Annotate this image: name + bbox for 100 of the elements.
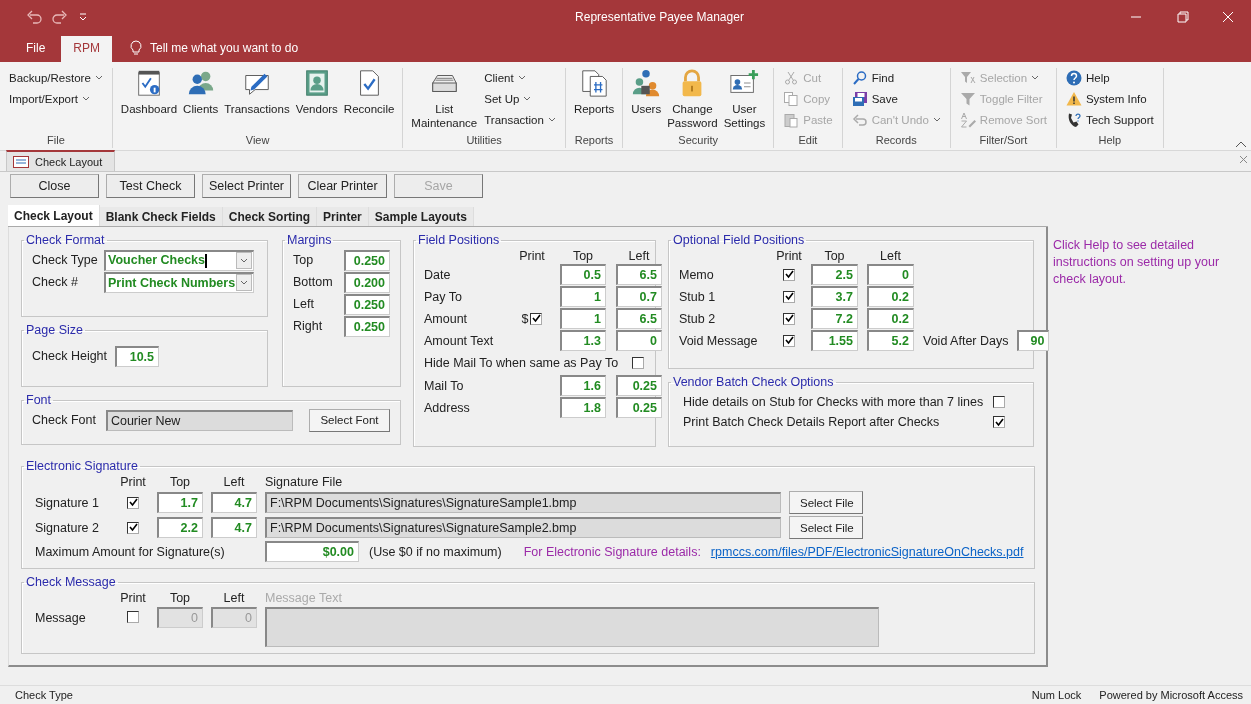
undo-icon[interactable] <box>26 10 42 24</box>
number-field[interactable]: 2.2 <box>157 517 203 538</box>
ribbon-button[interactable]: Transaction <box>481 110 559 129</box>
number-field[interactable]: 3.7 <box>811 286 858 307</box>
close-icon[interactable] <box>1239 155 1248 164</box>
toolbar-button[interactable]: Clear Printer <box>298 174 387 198</box>
number-field[interactable]: 0.250 <box>344 293 390 315</box>
column-header: Signature File <box>265 475 344 489</box>
ribbon-button[interactable]: Users <box>629 68 664 116</box>
dropdown-field[interactable]: Voucher Checks <box>104 249 254 271</box>
ribbon-button[interactable]: User Settings <box>721 68 768 130</box>
ribbon-button[interactable]: Save <box>848 89 944 108</box>
form-tab[interactable]: Blank Check Fields <box>99 207 223 226</box>
field-label: Stub 2 <box>679 311 717 326</box>
ribbon-button[interactable]: Clients <box>181 68 221 116</box>
group-label: Records <box>874 134 918 148</box>
collapse-icon[interactable] <box>1235 140 1247 148</box>
ribbon-button[interactable]: Backup/Restore <box>6 68 106 87</box>
form-tab[interactable]: Check Sorting <box>222 207 318 226</box>
column-header: Top <box>168 475 192 489</box>
group-title: Electronic Signature <box>25 459 139 473</box>
number-field[interactable]: 0 <box>616 330 662 351</box>
number-field[interactable]: 6.5 <box>616 264 662 285</box>
ribbon-button[interactable]: Transactions <box>222 68 292 116</box>
number-field[interactable]: 0.7 <box>616 286 662 307</box>
number-field[interactable]: 0.250 <box>344 315 390 337</box>
toolbar-button[interactable]: Select Printer <box>202 174 291 198</box>
menu-tab[interactable]: RPM <box>61 36 112 62</box>
caret-icon <box>240 257 248 264</box>
number-field[interactable]: 0.250 <box>344 249 390 271</box>
form-tab[interactable]: Check Layout <box>8 205 100 226</box>
ribbon-button[interactable]: Find <box>848 68 944 87</box>
select-file-button[interactable]: Select File <box>789 491 863 514</box>
number-field[interactable]: 1.55 <box>811 330 858 351</box>
checkbox[interactable] <box>632 357 645 369</box>
tell-me-field[interactable]: Tell me what you want to do <box>150 40 299 55</box>
number-field[interactable]: 1.7 <box>157 492 203 513</box>
number-field[interactable]: 0.200 <box>344 271 390 293</box>
group-title: Optional Field Positions <box>672 233 806 247</box>
checkbox[interactable] <box>993 396 1005 408</box>
number-field[interactable]: 0.2 <box>867 308 914 329</box>
undo-icon <box>851 111 868 128</box>
number-field[interactable]: 0.25 <box>616 375 662 396</box>
number-field[interactable]: 6.5 <box>616 308 662 329</box>
ribbon-button[interactable]: Import/Export <box>6 89 106 108</box>
number-field[interactable]: 0.5 <box>560 264 606 285</box>
number-field[interactable]: 4.7 <box>211 517 257 538</box>
form-tab[interactable]: Sample Layouts <box>368 207 474 226</box>
checkbox[interactable] <box>783 334 795 347</box>
select-font-button[interactable]: Select Font <box>308 408 390 432</box>
file-path-field[interactable]: F:\RPM Documents\Signatures\SignatureSample2.bmp <box>265 517 781 538</box>
number-field[interactable]: 0.25 <box>616 397 662 418</box>
checkbox[interactable] <box>993 416 1005 428</box>
toolbar-button[interactable]: Test Check <box>106 174 195 198</box>
scissors-icon <box>783 69 800 86</box>
checkbox[interactable] <box>127 521 139 534</box>
menu-tab[interactable]: File <box>14 36 58 62</box>
number-field[interactable]: 5.2 <box>867 330 914 351</box>
dropdown-field[interactable]: Print Check Numbers <box>104 271 254 293</box>
checkbox[interactable] <box>127 496 139 509</box>
number-field[interactable]: 4.7 <box>211 492 257 513</box>
ribbon-button[interactable]: List Maintenance <box>409 68 480 130</box>
number-field[interactable]: 1.6 <box>560 375 606 396</box>
number-field[interactable]: 1.8 <box>560 397 606 418</box>
select-file-button[interactable]: Select File <box>789 516 863 539</box>
checkbox[interactable] <box>783 312 795 325</box>
font-field[interactable]: Courier New <box>105 409 293 431</box>
checkbox[interactable] <box>530 312 543 325</box>
number-field[interactable]: $0.00 <box>265 541 359 562</box>
number-field[interactable]: 2.5 <box>811 264 858 285</box>
file-path-field[interactable]: F:\RPM Documents\Signatures\SignatureSample1.bmp <box>265 492 781 513</box>
toolbar-button[interactable]: Close <box>10 174 99 198</box>
ribbon-button[interactable]: Client <box>481 68 559 87</box>
document-tab[interactable]: Check Layout <box>6 150 116 171</box>
number-field[interactable]: 1 <box>560 308 606 329</box>
form-tab[interactable]: Printer <box>317 207 369 226</box>
ribbon-button[interactable]: System Info <box>1062 89 1157 108</box>
number-field[interactable]: 90 <box>1017 330 1050 351</box>
column-header: Left <box>627 249 651 263</box>
ribbon-button[interactable]: Reports <box>571 68 617 116</box>
ribbon-button[interactable]: Set Up <box>481 89 559 108</box>
pdf-link[interactable]: rpmccs.com/files/PDF/ElectronicSignatureOnChecks.pdf <box>710 544 1024 559</box>
number-field[interactable]: 0.2 <box>867 286 914 307</box>
ribbon-button[interactable]: Help <box>1062 68 1157 87</box>
number-field[interactable]: 0 <box>867 264 914 285</box>
number-field[interactable]: 7.2 <box>811 308 858 329</box>
ribbon-button[interactable]: Dashboard <box>118 68 180 116</box>
checkbox[interactable] <box>783 290 795 303</box>
ribbon-button[interactable]: Reconcile <box>341 68 397 116</box>
number-field[interactable]: 1 <box>560 286 606 307</box>
ribbon-button[interactable]: Vendors <box>293 68 340 116</box>
ribbon-button[interactable]: Change Password <box>665 68 720 130</box>
field-label: Amount Text <box>424 333 495 348</box>
redo-icon[interactable] <box>52 10 68 24</box>
number-field[interactable]: 10.5 <box>115 345 160 367</box>
number-field[interactable]: 1.3 <box>560 330 606 351</box>
message-text-field[interactable] <box>265 607 879 647</box>
customize-icon[interactable] <box>78 12 88 22</box>
checkbox[interactable] <box>783 268 795 281</box>
ribbon-button[interactable]: Tech Support <box>1062 110 1157 129</box>
